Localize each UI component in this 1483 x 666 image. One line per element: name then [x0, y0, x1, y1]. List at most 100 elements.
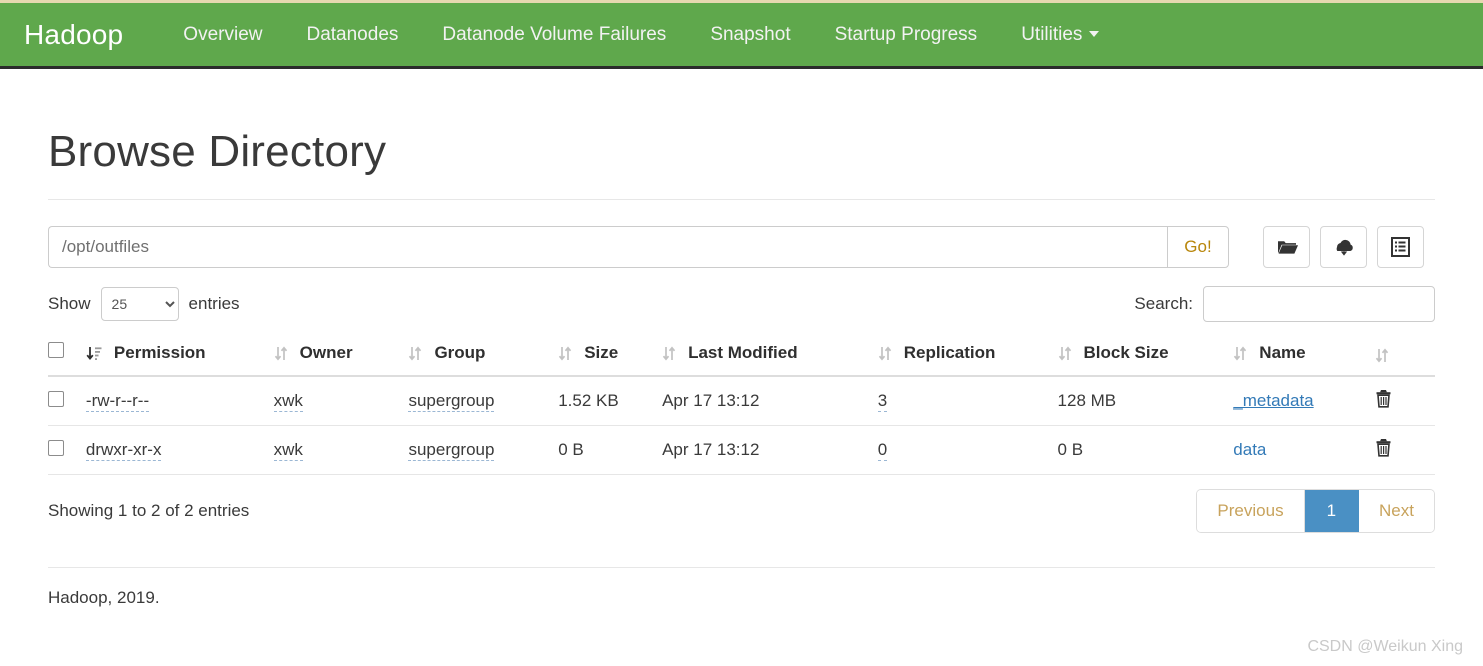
pagination-previous[interactable]: Previous: [1197, 490, 1305, 532]
open-folder-button[interactable]: [1263, 226, 1310, 268]
list-alt-icon: [1391, 237, 1410, 257]
cell-actions[interactable]: [1375, 425, 1435, 475]
cell-last-modified: Apr 17 13:12: [662, 425, 878, 475]
cloud-upload-icon: [1333, 238, 1355, 256]
watermark: CSDN @Weikun Xing: [1307, 638, 1463, 655]
table-row[interactable]: -rw-r--r-- xwk supergroup 1.52 KB Apr 17…: [48, 376, 1435, 426]
sort-icon: [878, 345, 892, 361]
col-owner[interactable]: Owner: [273, 336, 409, 377]
cell-name[interactable]: _metadata: [1233, 376, 1376, 426]
pagination: Previous 1 Next: [1196, 489, 1435, 533]
table-info: Showing 1 to 2 of 2 entries: [48, 501, 250, 520]
go-button[interactable]: Go!: [1167, 226, 1229, 268]
col-replication[interactable]: Replication: [877, 336, 1058, 377]
cell-permission[interactable]: drwxr-xr-x: [85, 425, 274, 475]
search-label: Search:: [1134, 294, 1193, 313]
sort-icon: [558, 345, 572, 361]
pagination-next[interactable]: Next: [1359, 490, 1434, 532]
cell-group[interactable]: supergroup: [408, 425, 559, 475]
col-select-all[interactable]: [48, 336, 86, 377]
table-row[interactable]: drwxr-xr-x xwk supergroup 0 B Apr 17 13:…: [48, 425, 1435, 475]
cell-replication[interactable]: 0: [877, 425, 1058, 475]
col-group[interactable]: Group: [408, 336, 559, 377]
col-name-label: Name: [1259, 343, 1306, 362]
caret-down-icon: [1089, 31, 1100, 38]
select-all-checkbox[interactable]: [48, 342, 64, 358]
sort-icon: [1233, 345, 1247, 361]
col-block-size-label: Block Size: [1083, 343, 1169, 362]
col-permission[interactable]: Permission: [85, 336, 274, 377]
search-control: Search:: [1134, 286, 1435, 322]
group-value[interactable]: supergroup: [408, 440, 495, 461]
sort-icon: [274, 345, 288, 361]
col-group-label: Group: [434, 343, 486, 362]
nav-overview[interactable]: Overview: [161, 24, 284, 46]
upload-button[interactable]: [1320, 226, 1367, 268]
nav-datanode-volume-failures[interactable]: Datanode Volume Failures: [420, 24, 688, 46]
permission-value[interactable]: drwxr-xr-x: [85, 440, 162, 461]
nav-links: Overview Datanodes Datanode Volume Failu…: [161, 24, 1121, 46]
path-bar: Go!: [48, 226, 1435, 268]
col-size-label: Size: [584, 343, 619, 362]
col-last-modified[interactable]: Last Modified: [662, 336, 878, 377]
row-select-cell[interactable]: [48, 376, 86, 426]
nav-startup-progress[interactable]: Startup Progress: [813, 24, 1000, 46]
table-footer: Showing 1 to 2 of 2 entries Previous 1 N…: [48, 489, 1435, 533]
nav-snapshot[interactable]: Snapshot: [688, 24, 812, 46]
sort-icon: [662, 345, 676, 361]
cell-owner[interactable]: xwk: [273, 376, 409, 426]
owner-value[interactable]: xwk: [273, 391, 303, 412]
permission-value[interactable]: -rw-r--r--: [85, 391, 150, 412]
trash-icon: [1375, 389, 1392, 411]
cell-replication[interactable]: 3: [877, 376, 1058, 426]
path-input-group: Go!: [48, 226, 1229, 268]
directory-path-input[interactable]: [48, 226, 1167, 268]
owner-value[interactable]: xwk: [273, 440, 303, 461]
col-owner-label: Owner: [299, 343, 353, 362]
cell-group[interactable]: supergroup: [408, 376, 559, 426]
replication-value[interactable]: 0: [877, 440, 888, 461]
col-actions[interactable]: [1375, 336, 1435, 377]
pagination-page-1[interactable]: 1: [1304, 490, 1360, 532]
row-checkbox[interactable]: [48, 439, 64, 456]
group-value[interactable]: supergroup: [408, 391, 495, 412]
files-table-body: -rw-r--r-- xwk supergroup 1.52 KB Apr 17…: [48, 376, 1435, 475]
cell-actions[interactable]: [1375, 376, 1435, 426]
file-name-link[interactable]: _metadata: [1233, 391, 1313, 410]
cell-size: 1.52 KB: [558, 376, 663, 426]
entries-label: entries: [188, 294, 240, 313]
nav-utilities-dropdown[interactable]: Utilities: [999, 24, 1121, 46]
cell-block-size: 128 MB: [1057, 376, 1234, 426]
top-navbar: Hadoop Overview Datanodes Datanode Volum…: [0, 0, 1483, 69]
cell-name[interactable]: data: [1233, 425, 1376, 475]
col-size[interactable]: Size: [558, 336, 663, 377]
nav-datanodes[interactable]: Datanodes: [284, 24, 420, 46]
page-length-select[interactable]: 25 50 100: [100, 287, 179, 321]
sort-icon: [408, 345, 422, 361]
col-replication-label: Replication: [903, 343, 996, 362]
table-header-row: Permission Owner Group Size Last Modifie…: [48, 336, 1435, 377]
replication-value[interactable]: 3: [877, 391, 888, 412]
row-select-cell[interactable]: [48, 425, 86, 475]
directory-name-link[interactable]: data: [1233, 440, 1266, 459]
cell-owner[interactable]: xwk: [273, 425, 409, 475]
delete-row-button[interactable]: [1375, 389, 1392, 411]
cell-block-size: 0 B: [1057, 425, 1234, 475]
brand-hadoop[interactable]: Hadoop: [24, 19, 123, 51]
list-view-button[interactable]: [1377, 226, 1424, 268]
col-name[interactable]: Name: [1233, 336, 1376, 377]
sort-icon: [1058, 345, 1072, 361]
cell-size: 0 B: [558, 425, 663, 475]
path-action-buttons: [1263, 226, 1424, 268]
col-block-size[interactable]: Block Size: [1057, 336, 1234, 377]
page-title: Browse Directory: [48, 127, 387, 176]
search-input[interactable]: [1203, 286, 1435, 322]
row-checkbox[interactable]: [48, 390, 64, 407]
cell-permission[interactable]: -rw-r--r--: [85, 376, 274, 426]
sort-amount-desc-icon: [86, 346, 102, 361]
folder-open-icon: [1276, 238, 1298, 256]
main-container: Browse Directory Go!: [24, 127, 1459, 608]
col-last-modified-label: Last Modified: [688, 343, 798, 362]
page-length-control: Show 25 50 100 entries: [48, 287, 240, 321]
delete-row-button[interactable]: [1375, 438, 1392, 460]
